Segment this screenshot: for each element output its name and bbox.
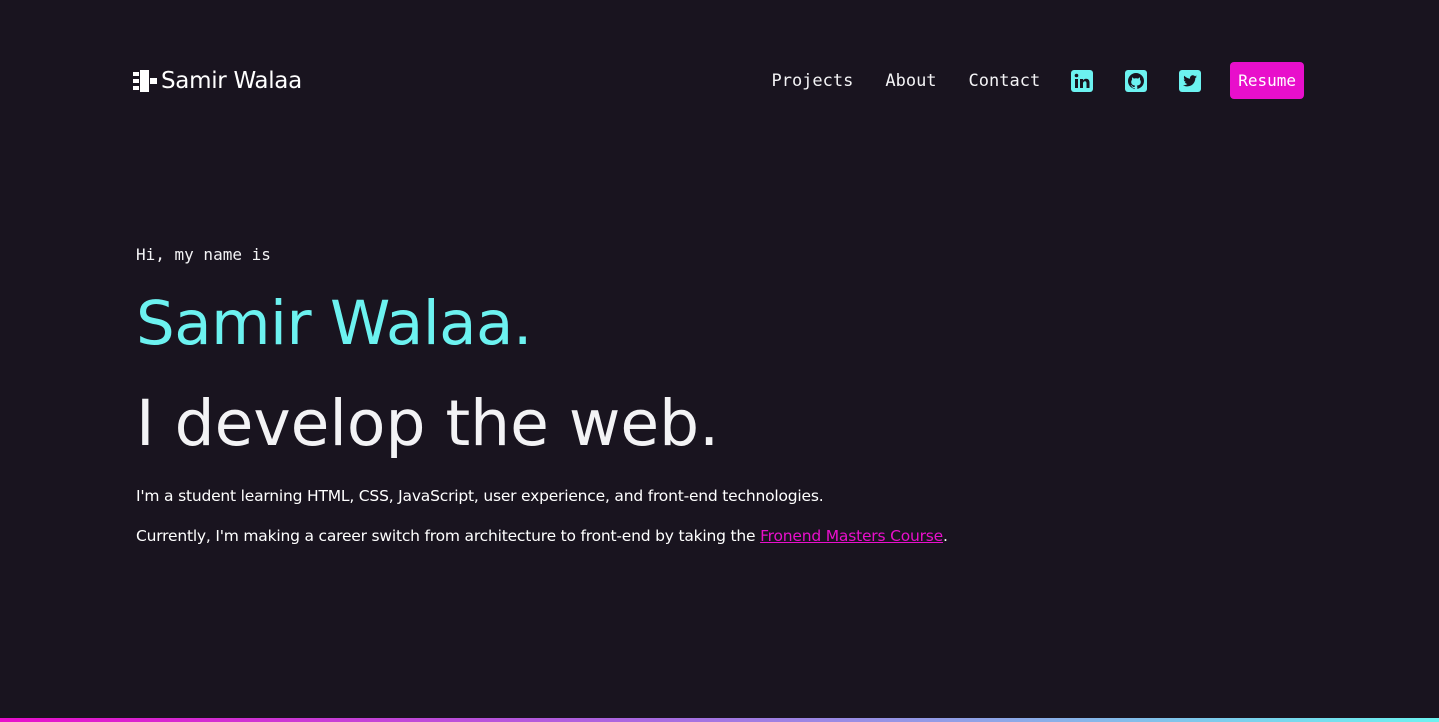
hero-section: Hi, my name is Samir Walaa. I develop th… (136, 240, 1236, 548)
twitter-icon[interactable] (1178, 69, 1202, 93)
gradient-divider (0, 718, 1439, 722)
hero-name: Samir Walaa. (136, 288, 532, 359)
brand-name: Samir Walaa (161, 68, 302, 94)
resume-button[interactable]: Resume (1230, 62, 1304, 99)
brand-logo-icon (133, 70, 157, 92)
nav-link-about[interactable]: About (885, 71, 936, 91)
nav-link-projects[interactable]: Projects (771, 71, 853, 91)
career-note-suffix: . (942, 527, 948, 545)
hero-description: I'm a student learning HTML, CSS, JavaSc… (136, 487, 824, 505)
linkedin-icon[interactable] (1070, 69, 1094, 93)
github-icon[interactable] (1124, 69, 1148, 93)
brand-home-link[interactable]: Samir Walaa (133, 66, 302, 96)
career-note-prefix: Currently, I'm making a career switch fr… (136, 527, 761, 545)
hero-tagline: I develop the web. (136, 387, 720, 460)
hero-career-note: Currently, I'm making a career switch fr… (136, 524, 1236, 548)
course-link[interactable]: Fronend Masters Course (760, 527, 943, 545)
hero-intro: Hi, my name is (136, 245, 271, 264)
nav-link-contact[interactable]: Contact (969, 71, 1041, 91)
site-header: Samir Walaa Projects About Contact Resum… (0, 0, 1439, 160)
main-nav: Projects About Contact Resume (771, 62, 1304, 99)
